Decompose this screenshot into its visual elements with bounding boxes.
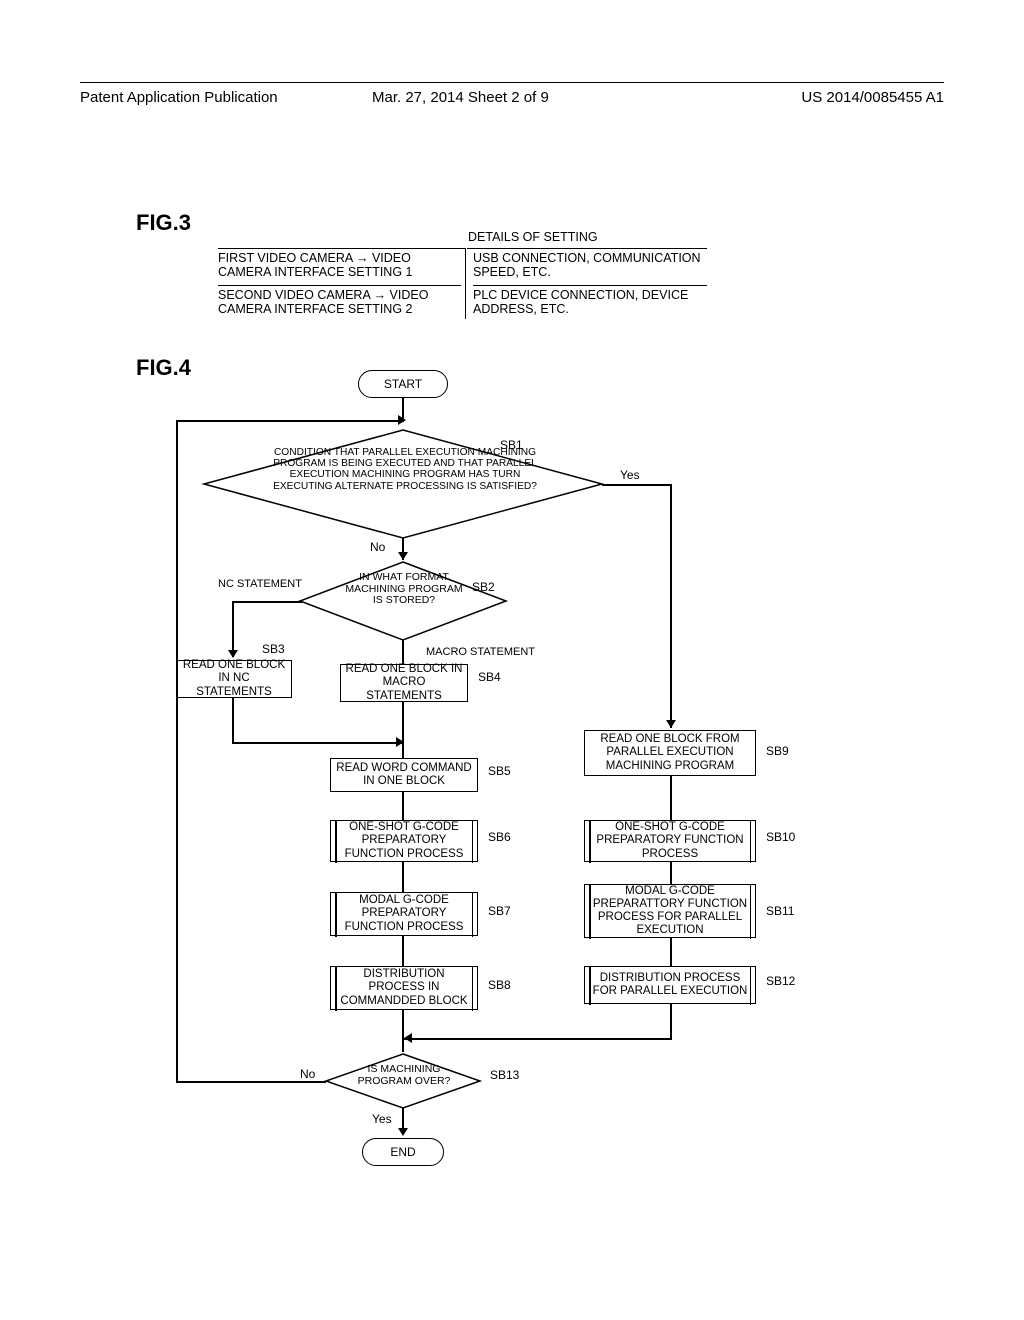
sb13-tag: SB13 <box>490 1068 519 1082</box>
sb8-box: DISTRIBUTION PROCESS IN COMMANDDED BLOCK <box>330 966 478 1010</box>
sb9-tag: SB9 <box>766 744 789 758</box>
arrow-icon <box>398 1128 408 1136</box>
line <box>232 601 234 657</box>
sb2-text: IN WHAT FORMAT MACHINING PROGRAM IS STOR… <box>342 572 466 607</box>
header-left: Patent Application Publication <box>80 89 372 106</box>
line <box>670 484 672 728</box>
line <box>670 862 672 884</box>
sb1-text: CONDITION THAT PARALLEL EXECUTION MACHIN… <box>260 447 550 492</box>
sb5-box: READ WORD COMMAND IN ONE BLOCK <box>330 758 478 792</box>
sb8-tag: SB8 <box>488 978 511 992</box>
fig3-r1c2: USB CONNECTION, COMMUNICATION SPEED, ETC… <box>473 251 707 285</box>
line <box>232 601 302 603</box>
sb13-text: IS MACHINING PROGRAM OVER? <box>356 1064 452 1087</box>
line <box>176 420 178 1082</box>
sb1-no: No <box>370 540 385 554</box>
sb6-tag: SB6 <box>488 830 511 844</box>
sb4-box: READ ONE BLOCK IN MACRO STATEMENTS <box>340 664 468 702</box>
sb9-box: READ ONE BLOCK FROM PARALLEL EXECUTION M… <box>584 730 756 776</box>
sb13-no: No <box>300 1067 315 1081</box>
line <box>176 1081 326 1083</box>
line <box>402 792 404 820</box>
sb1-yes: Yes <box>620 468 640 482</box>
arrow-icon <box>228 650 238 658</box>
arrow-icon <box>666 720 676 728</box>
sb12-tag: SB12 <box>766 974 795 988</box>
fig3-col1: FIRST VIDEO CAMERA → VIDEO CAMERA INTERF… <box>218 248 466 319</box>
header-right: US 2014/0085455 A1 <box>652 89 944 106</box>
sb6-box: ONE-SHOT G-CODE PREPARATORY FUNCTION PRO… <box>330 820 478 862</box>
line <box>176 420 404 422</box>
header-mid: Mar. 27, 2014 Sheet 2 of 9 <box>372 89 652 106</box>
line <box>402 702 404 742</box>
line <box>602 484 672 486</box>
fig3-label: FIG.3 <box>136 210 191 236</box>
sb10-tag: SB10 <box>766 830 795 844</box>
fig4-flowchart: START CONDITION THAT PARALLEL EXECUTION … <box>140 370 900 1250</box>
sb11-box: MODAL G-CODE PREPARATTORY FUNCTION PROCE… <box>584 884 756 938</box>
fig3-r2c2: PLC DEVICE CONNECTION, DEVICE ADDRESS, E… <box>473 285 707 319</box>
line <box>402 1038 672 1040</box>
sb7-tag: SB7 <box>488 904 511 918</box>
line <box>670 938 672 966</box>
sb2-left: NC STATEMENT <box>218 578 302 590</box>
end-node: END <box>362 1138 444 1166</box>
sb10-box: ONE-SHOT G-CODE PREPARATORY FUNCTION PRO… <box>584 820 756 862</box>
line <box>402 936 404 966</box>
page-header: Patent Application Publication Mar. 27, … <box>80 82 944 106</box>
sb12-box: DISTRIBUTION PROCESS FOR PARALLEL EXECUT… <box>584 966 756 1004</box>
sb3-box: READ ONE BLOCK IN NC STATEMENTS <box>176 660 292 698</box>
fig3-col2: USB CONNECTION, COMMUNICATION SPEED, ETC… <box>467 248 707 319</box>
line <box>232 742 402 744</box>
sb11-tag: SB11 <box>766 904 794 918</box>
line <box>670 776 672 820</box>
sb7-box: MODAL G-CODE PREPARATORY FUNCTION PROCES… <box>330 892 478 936</box>
line <box>402 640 404 664</box>
fig3-head: DETAILS OF SETTING <box>468 230 698 244</box>
line <box>402 742 404 758</box>
sb2-right: MACRO STATEMENT <box>426 646 535 658</box>
sb2-tag: SB2 <box>472 580 495 594</box>
line <box>232 698 234 742</box>
line <box>402 862 404 892</box>
sb5-tag: SB5 <box>488 764 511 778</box>
line <box>670 1004 672 1038</box>
start-node: START <box>358 370 448 398</box>
sb1-tag: SB1 <box>500 438 523 452</box>
fig3-r2c1: SECOND VIDEO CAMERA → VIDEO CAMERA INTER… <box>218 285 461 319</box>
sb13-yes: Yes <box>372 1112 392 1126</box>
sb3-tag: SB3 <box>262 642 285 656</box>
sb4-tag: SB4 <box>478 670 501 684</box>
fig3-r1c1: FIRST VIDEO CAMERA → VIDEO CAMERA INTERF… <box>218 251 461 285</box>
